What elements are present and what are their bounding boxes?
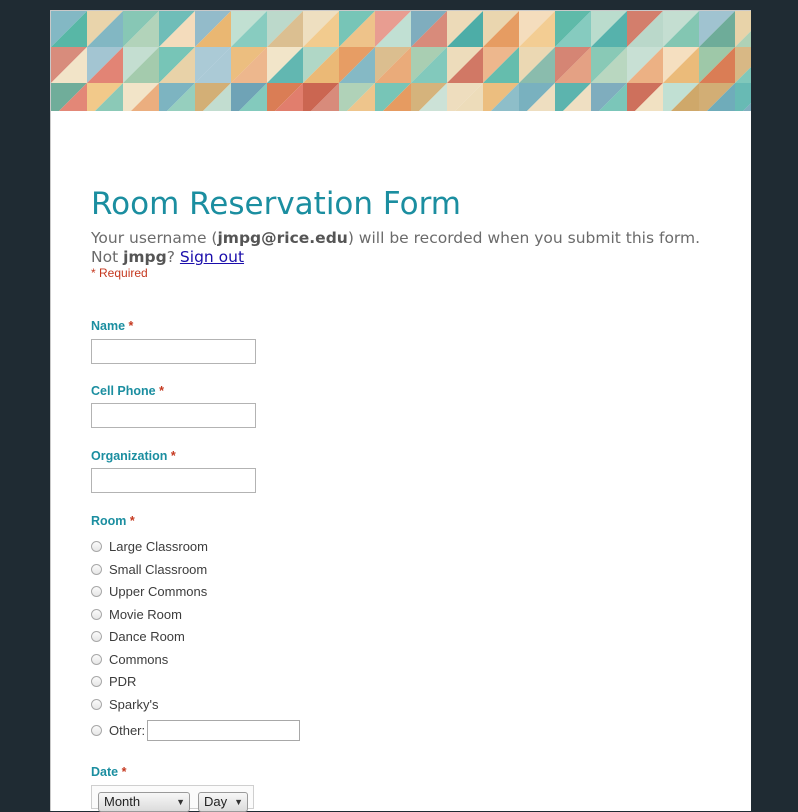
- room-option-label: Commons: [109, 651, 169, 667]
- form-title: Room Reservation Form: [91, 186, 461, 222]
- required-star: *: [170, 449, 176, 463]
- room-option-commons[interactable]: Commons: [91, 650, 168, 668]
- room-question: Room *: [91, 514, 135, 528]
- cell-phone-label-row: Cell Phone *: [91, 384, 164, 398]
- chevron-down-icon: ▼: [234, 797, 243, 807]
- month-select-value: Month: [104, 794, 141, 809]
- chevron-down-icon: ▼: [176, 797, 185, 807]
- description-suffix: ?: [166, 248, 175, 266]
- required-star: *: [159, 384, 164, 398]
- room-option-pdr[interactable]: PDR: [91, 672, 136, 690]
- name-input[interactable]: [91, 339, 256, 364]
- form-page: Room Reservation Form Your username (jmp…: [50, 10, 751, 812]
- cell-phone-label: Cell Phone: [91, 384, 156, 398]
- radio-button[interactable]: [91, 630, 102, 642]
- radio-button[interactable]: [91, 653, 102, 665]
- room-option-label: Small Classroom: [109, 561, 208, 577]
- room-option-label: Sparky's: [109, 696, 159, 712]
- room-option-large-classroom[interactable]: Large Classroom: [91, 537, 208, 555]
- room-option-upper-commons[interactable]: Upper Commons: [91, 582, 207, 600]
- radio-button[interactable]: [91, 675, 102, 687]
- room-option-movie-room[interactable]: Movie Room: [91, 605, 182, 623]
- sign-out-link[interactable]: Sign out: [180, 248, 244, 266]
- description-prefix: Your username (: [91, 229, 218, 247]
- room-option-other[interactable]: Other:: [91, 719, 301, 741]
- room-option-label: Upper Commons: [109, 583, 208, 599]
- username-text: jmpg@rice.edu: [217, 229, 348, 247]
- short-username-text: jmpg: [123, 248, 167, 266]
- organization-question: Organization *: [91, 449, 176, 463]
- header-banner-image: [51, 11, 751, 111]
- radio-button[interactable]: [91, 608, 102, 620]
- radio-button[interactable]: [91, 698, 102, 710]
- required-star: *: [129, 514, 135, 528]
- other-option-label: Other:: [109, 722, 146, 738]
- room-option-sparkys[interactable]: Sparky's: [91, 695, 158, 713]
- required-star: *: [128, 319, 134, 333]
- room-option-label: Movie Room: [109, 606, 182, 622]
- organization-input[interactable]: [91, 468, 256, 493]
- room-option-dance-room[interactable]: Dance Room: [91, 627, 185, 645]
- day-select-value: Day: [204, 794, 228, 809]
- organization-label-row: Organization *: [91, 449, 176, 463]
- radio-button[interactable]: [91, 724, 102, 736]
- room-label: Room: [91, 514, 127, 528]
- cell-phone-input[interactable]: [91, 403, 256, 428]
- date-label-row: Date *: [91, 765, 126, 779]
- date-picker: Month ▼ Day ▼: [91, 785, 254, 812]
- room-label-row: Room *: [91, 514, 135, 528]
- cell-phone-question: Cell Phone *: [91, 384, 164, 398]
- name-label-row: Name *: [91, 319, 133, 333]
- room-option-label: Dance Room: [109, 628, 185, 644]
- other-room-input[interactable]: [147, 719, 301, 741]
- date-label: Date: [91, 765, 119, 779]
- required-note: * Required: [91, 266, 148, 280]
- date-question: Date *: [91, 765, 126, 779]
- name-label: Name: [91, 319, 126, 333]
- required-star: *: [121, 765, 127, 779]
- radio-button[interactable]: [91, 540, 102, 552]
- radio-button[interactable]: [91, 585, 102, 597]
- name-question: Name *: [91, 319, 133, 333]
- room-option-label: PDR: [109, 673, 137, 689]
- organization-label: Organization: [91, 449, 168, 463]
- month-select[interactable]: Month ▼: [98, 792, 190, 812]
- radio-button[interactable]: [91, 563, 102, 575]
- day-select[interactable]: Day ▼: [198, 792, 248, 812]
- form-description: Your username (jmpg@rice.edu) will be re…: [91, 229, 711, 267]
- room-option-label: Large Classroom: [109, 538, 208, 554]
- room-option-small-classroom[interactable]: Small Classroom: [91, 560, 207, 578]
